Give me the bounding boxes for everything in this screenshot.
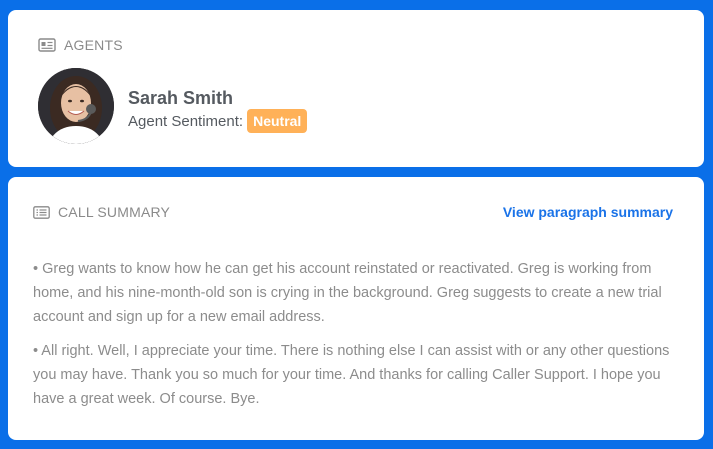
avatar: [38, 68, 114, 144]
agents-section-header: AGENTS: [38, 37, 123, 53]
sentiment-badge: Neutral: [247, 109, 308, 133]
summary-item: • All right. Well, I appreciate your tim…: [33, 343, 670, 407]
call-summary-section-header: CALL SUMMARY: [33, 204, 170, 220]
call-summary-header-label: CALL SUMMARY: [58, 204, 171, 220]
id-card-icon: [38, 38, 56, 52]
call-summary-card: CALL SUMMARY View paragraph summary • Gr…: [8, 177, 704, 440]
list-icon: [33, 205, 50, 219]
agents-header-label: AGENTS: [64, 37, 123, 53]
summary-list: • Greg wants to know how he can get his …: [33, 257, 676, 421]
view-paragraph-summary-link[interactable]: View paragraph summary: [503, 204, 673, 220]
agents-card: AGENTS Sarah Smith Agent Sentiment: Neut…: [8, 10, 704, 167]
sentiment-label: Agent Sentiment:: [128, 112, 244, 130]
summary-item: • Greg wants to know how he can get his …: [33, 261, 662, 325]
agent-sentiment: Agent Sentiment: Neutral: [128, 109, 308, 133]
agent-name: Sarah Smith: [128, 88, 234, 108]
